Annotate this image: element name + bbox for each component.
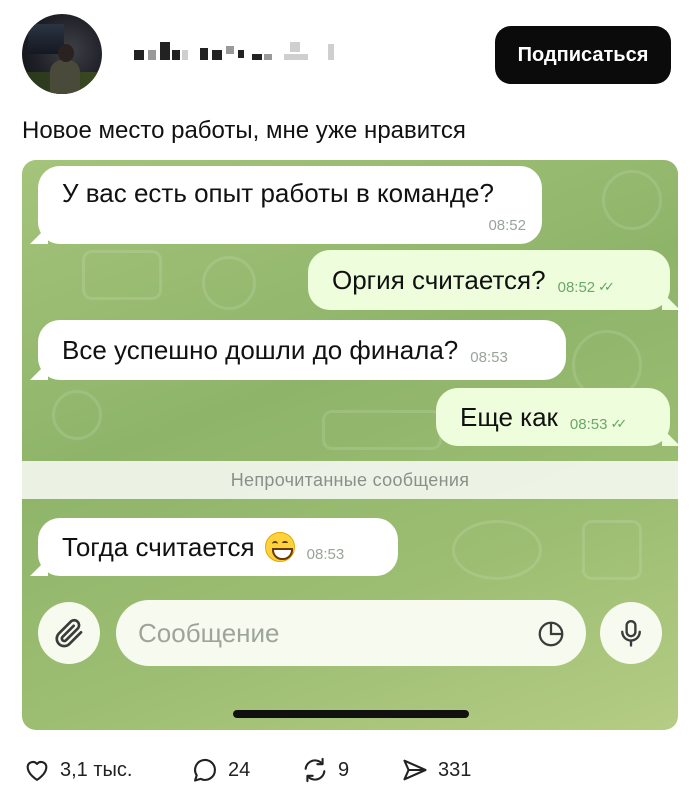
grinning-face-emoji-icon <box>264 532 295 562</box>
message-text: Тогда считается <box>62 531 255 562</box>
post-text: Новое место работы, мне уже нравится <box>22 117 466 144</box>
username-pixelated[interactable] <box>134 42 354 64</box>
message-time: 08:53 <box>306 545 345 563</box>
comment-icon <box>194 758 216 782</box>
send-icon <box>403 759 427 781</box>
repost-button[interactable]: 9 <box>300 756 349 784</box>
wallpaper-doodle <box>452 520 542 580</box>
wallpaper-doodle <box>602 170 662 230</box>
avatar-person-body <box>50 60 80 94</box>
subscribe-button[interactable]: Подписаться <box>495 26 671 84</box>
avatar-person-head <box>58 44 74 62</box>
avatar[interactable] <box>22 14 102 94</box>
wallpaper-doodle <box>52 390 102 440</box>
message-input[interactable] <box>116 600 586 666</box>
wallpaper-doodle <box>582 520 642 580</box>
wallpaper-doodle <box>322 410 442 450</box>
message-time: 08:53 <box>569 415 608 433</box>
home-indicator <box>233 710 469 718</box>
comments-count: 24 <box>228 758 251 781</box>
read-check-icon: ✓✓ <box>610 416 627 431</box>
message-time: 08:52 <box>488 217 526 234</box>
message-text: У вас есть опыт работы в команде? <box>62 178 494 208</box>
share-button[interactable]: 331 <box>400 756 471 784</box>
message-outgoing[interactable]: Еще как 08:53 ✓✓ <box>436 388 670 446</box>
message-text: Оргия считается? <box>332 264 546 295</box>
message-time: 08:53 <box>470 348 508 366</box>
voice-message-button[interactable] <box>600 602 662 664</box>
attach-button[interactable] <box>38 602 100 664</box>
heart-icon <box>26 760 48 781</box>
sticker-icon[interactable] <box>536 619 566 649</box>
message-time: 08:52 <box>557 278 596 296</box>
message-text: Еще как <box>460 401 558 432</box>
reposts-count: 9 <box>338 758 350 781</box>
chat-screenshot: У вас есть опыт работы в команде? 08:52 … <box>22 160 678 730</box>
likes-count: 3,1 тыс. <box>60 758 133 781</box>
message-incoming[interactable]: Тогда считается 08:53 <box>38 518 398 576</box>
unread-messages-divider: Непрочитанные сообщения <box>22 461 678 499</box>
message-outgoing[interactable]: Оргия считается? 08:52 ✓✓ <box>308 250 670 310</box>
shares-count: 331 <box>438 758 472 781</box>
microphone-icon <box>621 619 641 647</box>
message-text: Все успешно дошли до финала? <box>62 334 459 365</box>
paperclip-icon <box>55 618 83 648</box>
message-incoming[interactable]: У вас есть опыт работы в команде? 08:52 <box>38 166 542 244</box>
wallpaper-doodle <box>202 256 256 310</box>
message-incoming[interactable]: Все успешно дошли до финала? 08:53 <box>38 320 566 380</box>
comment-button[interactable]: 24 <box>190 756 250 784</box>
read-check-icon: ✓✓ <box>598 279 615 294</box>
like-button[interactable]: 3,1 тыс. <box>22 756 132 784</box>
repost-icon <box>304 757 326 783</box>
wallpaper-doodle <box>82 250 162 300</box>
